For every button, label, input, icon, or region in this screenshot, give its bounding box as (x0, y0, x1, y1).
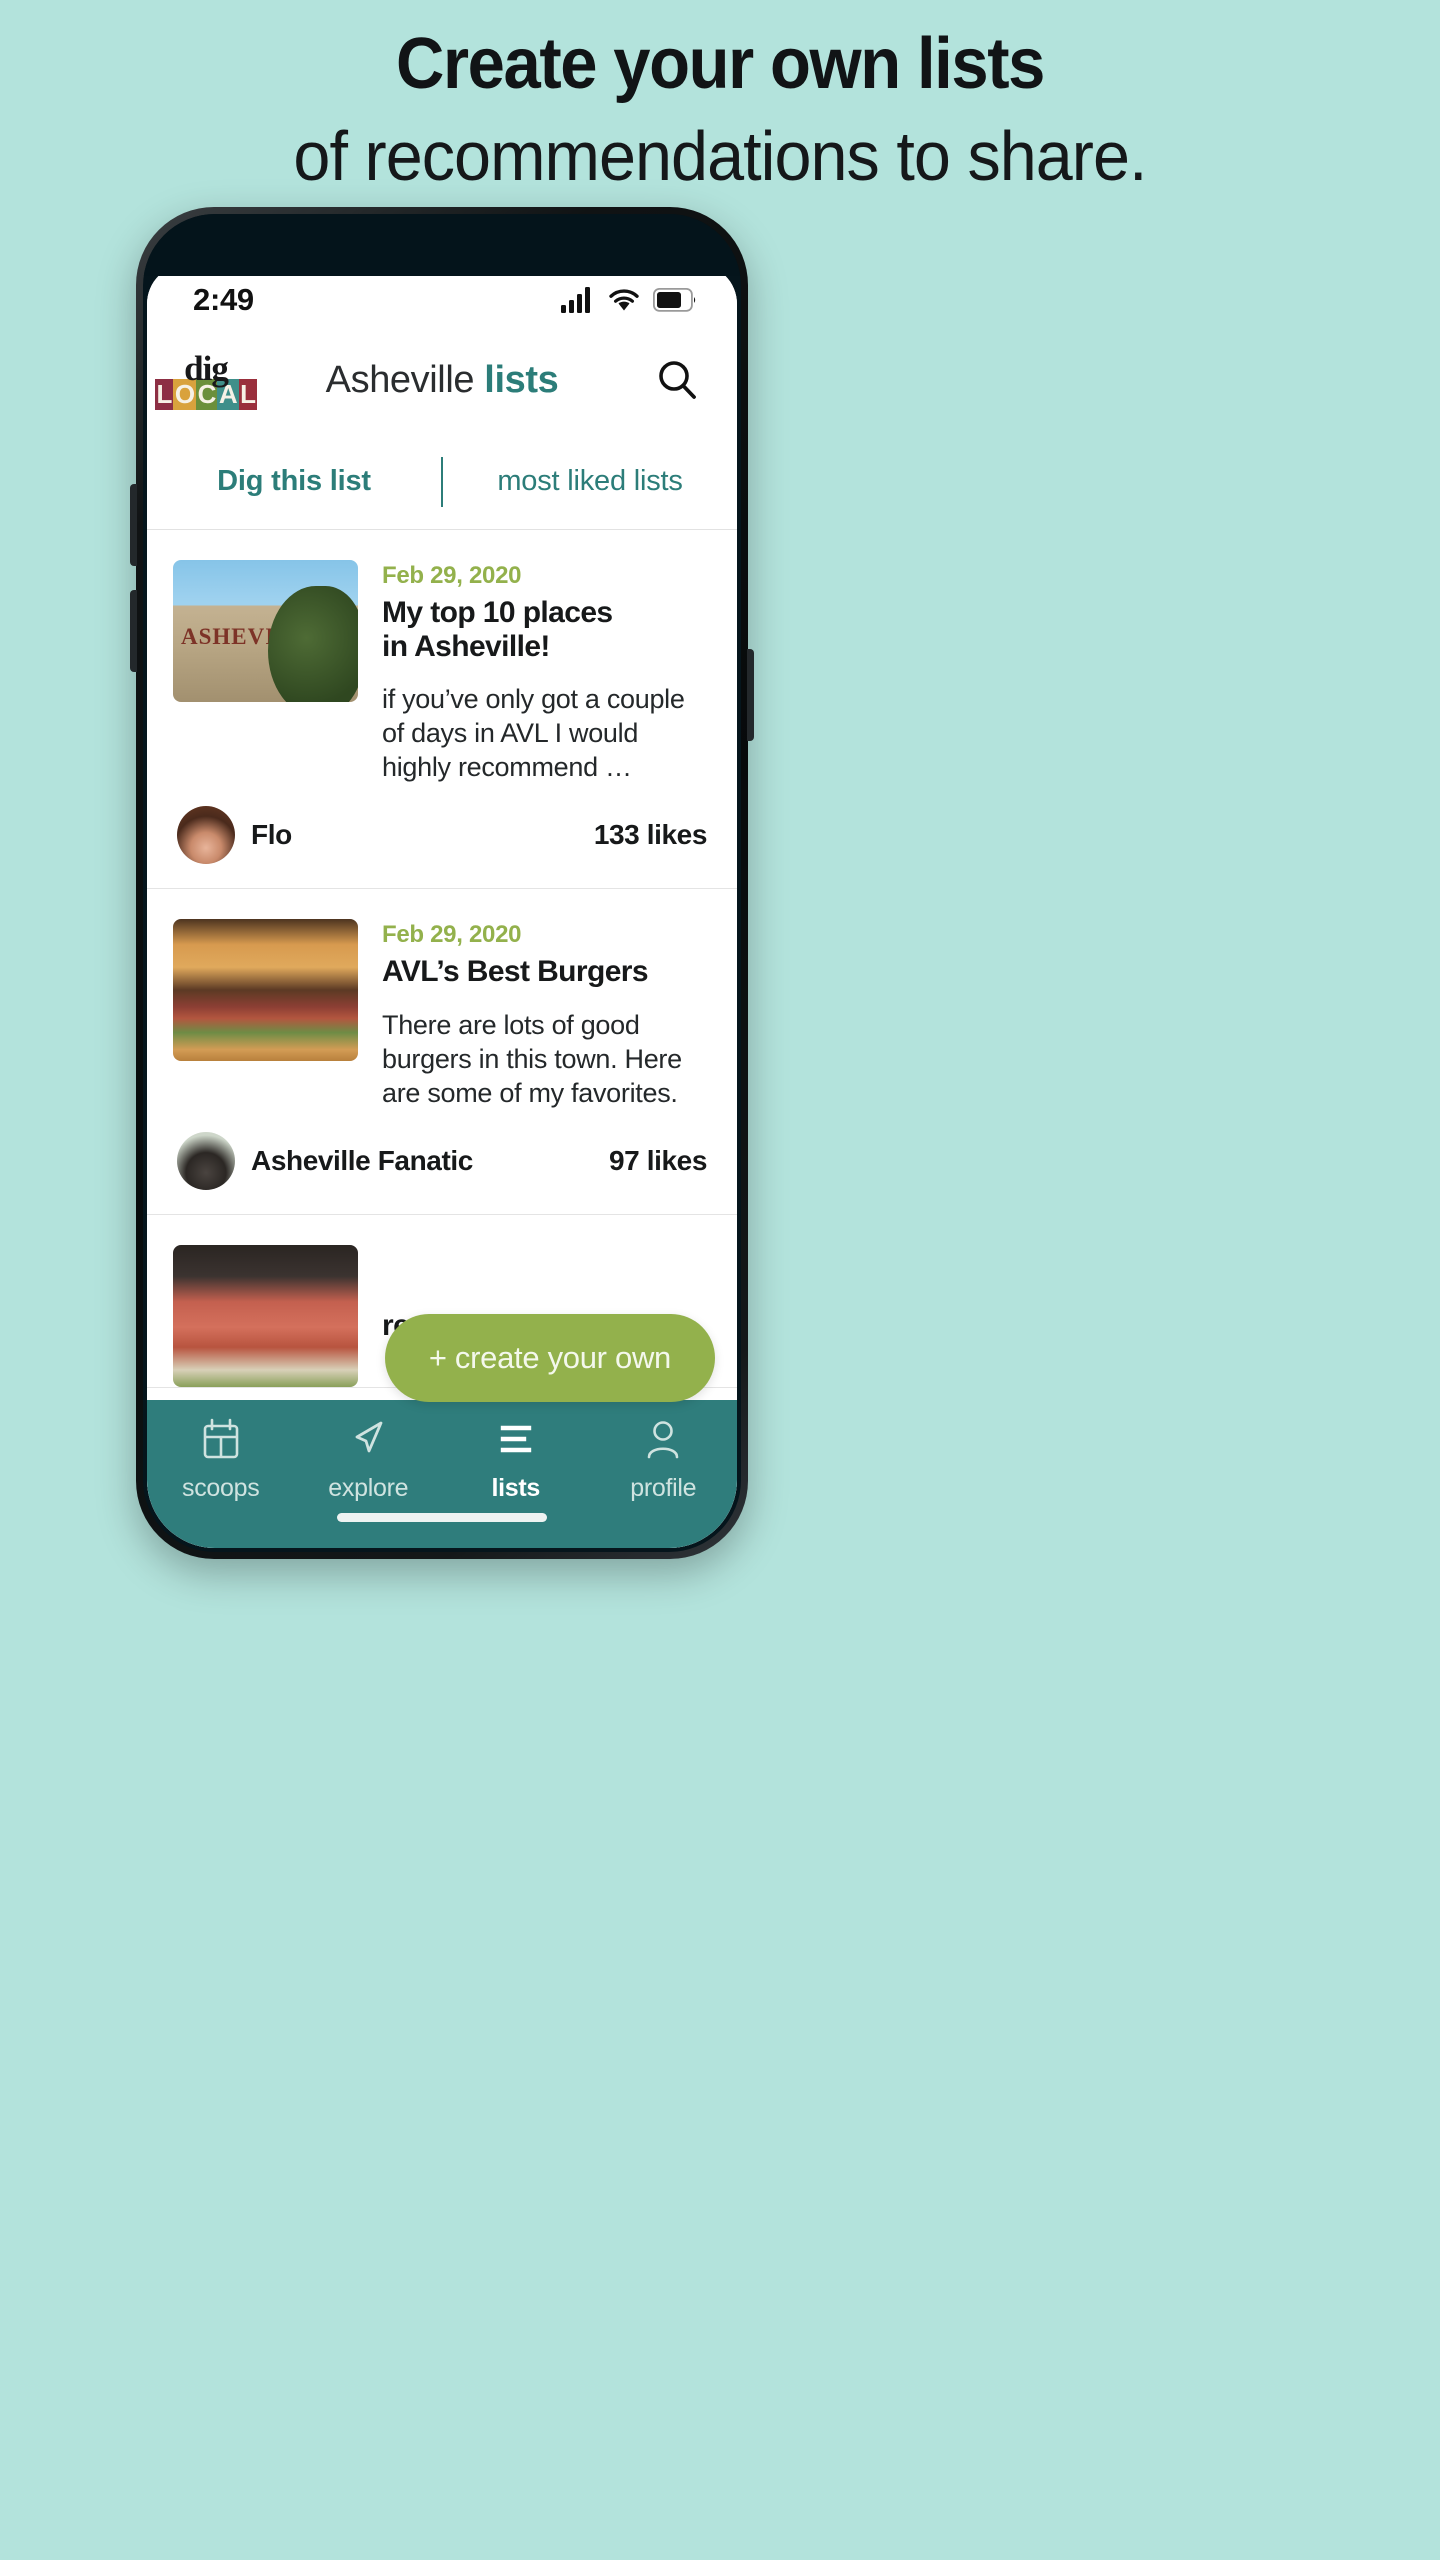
navigation-arrow-icon (355, 1421, 383, 1453)
list-date: Feb 29, 2020 (382, 562, 522, 589)
wifi-icon (609, 288, 639, 310)
nav-label: explore (328, 1474, 409, 1502)
list-thumbnail-asheville (173, 560, 358, 702)
phone-mockup: 2:49 dig L O C A L Asheville lists Dig t… (130, 207, 754, 1559)
list-description: There are lots of good burgers in this t… (382, 1010, 682, 1108)
power-button[interactable] (747, 649, 754, 741)
promo-headline: Create your own lists of recommendations… (0, 0, 1440, 195)
avatar[interactable] (177, 1132, 235, 1191)
logo-dig-text: dig (184, 348, 229, 388)
nav-item-lists[interactable]: lists (442, 1416, 590, 1503)
promo-headline-line2: of recommendations to share. (293, 116, 1147, 195)
logo-letter: L (238, 378, 258, 410)
person-icon (647, 1421, 679, 1459)
list-item-body: Feb 29, 2020 My top 10 places in Ashevil… (173, 560, 711, 784)
tab-most-liked-lists[interactable]: most liked lists (443, 465, 737, 498)
list-item[interactable]: Feb 29, 2020 AVL’s Best Burgers There ar… (147, 889, 737, 1216)
status-time: 2:49 (193, 282, 254, 317)
nav-item-explore[interactable]: explore (295, 1416, 443, 1503)
nav-label: lists (491, 1474, 541, 1502)
list-item-body: Feb 29, 2020 AVL’s Best Burgers There ar… (173, 919, 711, 1110)
list-thumbnail-burger (173, 919, 358, 1062)
tab-dig-this-list[interactable]: Dig this list (147, 465, 441, 498)
list-item-footer: Flo 133 likes (173, 784, 711, 888)
bottom-navigation: scoops explore lists profile (147, 1400, 737, 1548)
list-likes: 97 likes (609, 1145, 707, 1177)
avatar[interactable] (177, 806, 235, 865)
volume-down-button[interactable] (130, 590, 137, 672)
list-author: Asheville Fanatic (251, 1145, 473, 1177)
list-lines-icon (500, 1425, 531, 1453)
battery-icon (653, 288, 696, 312)
logo-letter: L (154, 378, 174, 410)
home-indicator[interactable] (337, 1513, 547, 1522)
list-item-footer: Asheville Fanatic 97 likes (173, 1110, 711, 1214)
create-your-own-button[interactable]: + create your own (384, 1314, 715, 1402)
list-title: AVL’s Best Burgers (382, 955, 649, 989)
phone-body: 2:49 dig L O C A L Asheville lists Dig t… (143, 214, 741, 1552)
list-item[interactable]: Feb 29, 2020 My top 10 places in Ashevil… (147, 530, 737, 890)
page-title-city: Asheville (325, 358, 485, 401)
list-title-line: My top 10 places (382, 596, 613, 629)
list-likes: 133 likes (593, 819, 708, 851)
promo-headline-line1: Create your own lists (396, 24, 1045, 104)
list-thumbnail-charcuterie (173, 1245, 358, 1388)
app-header: dig L O C A L Asheville lists (147, 326, 737, 434)
search-button[interactable] (651, 354, 703, 406)
dig-local-logo[interactable]: dig L O C A L (154, 348, 258, 410)
list-item-text: Feb 29, 2020 AVL’s Best Burgers There ar… (382, 919, 711, 1110)
list-item-text: Feb 29, 2020 My top 10 places in Ashevil… (382, 560, 711, 784)
phone-bezel-top (143, 214, 741, 276)
list-date: Feb 29, 2020 (382, 921, 522, 949)
phone-screen: 2:49 dig L O C A L Asheville lists Dig t… (147, 264, 737, 1548)
calendar-icon (203, 1418, 239, 1459)
status-icons (561, 287, 697, 313)
page-title: Asheville lists (233, 359, 651, 402)
nav-item-scoops[interactable]: scoops (147, 1416, 295, 1503)
search-icon (659, 361, 696, 399)
nav-label: scoops (182, 1474, 260, 1502)
list-title: My top 10 places in Asheville! (382, 596, 711, 663)
list-author: Flo (251, 819, 292, 851)
list-title-line: in Asheville! (382, 629, 550, 663)
cellular-signal-icon (561, 287, 590, 313)
list-tabs: Dig this list most liked lists (147, 434, 737, 530)
nav-item-profile[interactable]: profile (590, 1416, 738, 1503)
volume-up-button[interactable] (130, 484, 137, 566)
page-title-section: lists (484, 358, 559, 401)
list-description: if you’ve only got a couple of days in A… (382, 684, 685, 782)
nav-label: profile (630, 1474, 697, 1502)
